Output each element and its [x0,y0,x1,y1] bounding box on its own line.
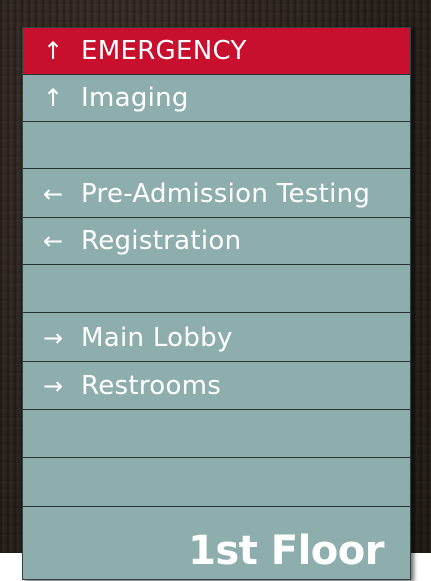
sign-row-blank [23,411,410,458]
sign-row-blank [23,460,410,507]
arrow-up-icon: ↑ [43,84,64,112]
sign-row-main-lobby: → Main Lobby [23,315,410,362]
sign-row-restrooms: → Restrooms [23,363,410,410]
sign-label-imaging: Imaging [81,83,189,113]
sign-row-pre-admission-testing: ← Pre-Admission Testing [23,171,410,218]
sign-label-main-lobby: Main Lobby [81,323,233,353]
arrow-right-icon: → [43,372,64,400]
arrow-up-icon: ↑ [43,37,64,65]
sign-row-emergency: ↑ EMERGENCY [23,28,410,75]
sign-label-registration: Registration [81,226,242,256]
sign-label-restrooms: Restrooms [81,371,222,401]
arrow-right-icon: → [43,324,64,352]
sign-row-imaging: ↑ Imaging [23,75,410,122]
wayfinding-sign: ↑ EMERGENCY ↑ Imaging ← Pre-Admission Te… [22,27,411,580]
sign-row-blank [23,266,410,313]
sign-row-blank [23,122,410,169]
arrow-left-icon: ← [43,180,64,208]
arrow-left-icon: ← [43,227,64,255]
sign-label-emergency: EMERGENCY [81,36,247,66]
floor-label: 1st Floor [188,528,384,574]
sign-row-registration: ← Registration [23,218,410,265]
sign-label-pre-admission-testing: Pre-Admission Testing [81,179,371,209]
